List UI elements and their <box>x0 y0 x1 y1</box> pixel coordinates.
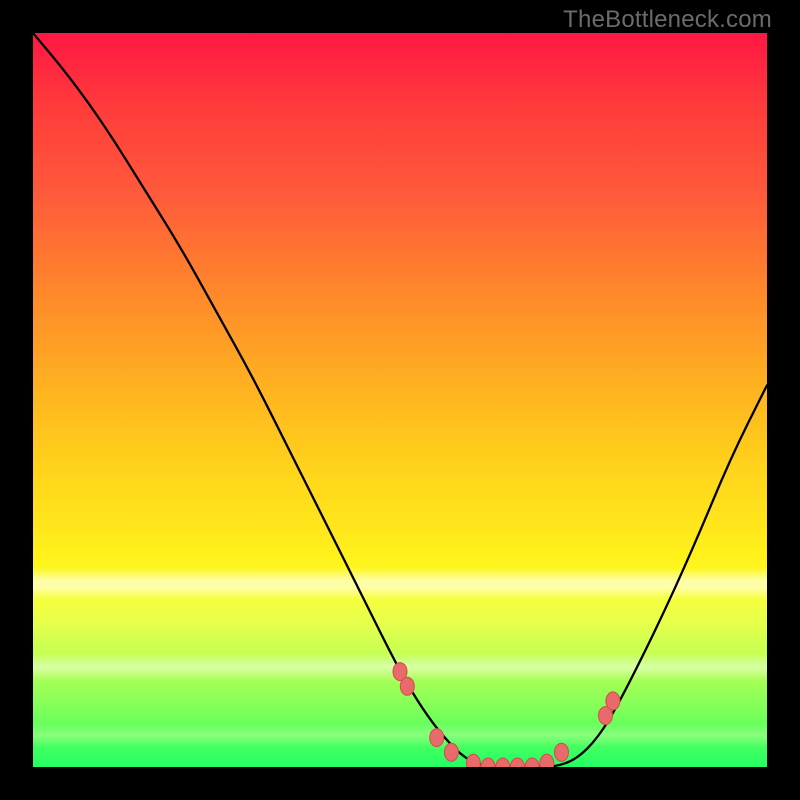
marker-point <box>444 743 458 761</box>
chart-frame: TheBottleneck.com <box>0 0 800 800</box>
marker-point <box>510 758 524 767</box>
plot-area <box>33 33 767 767</box>
marker-point <box>496 758 510 767</box>
marker-point <box>481 758 495 767</box>
marker-point <box>555 743 569 761</box>
marker-point <box>540 754 554 767</box>
watermark-text: TheBottleneck.com <box>563 6 772 34</box>
marker-point <box>525 758 539 767</box>
curve-layer <box>33 33 767 767</box>
marker-point <box>466 754 480 767</box>
marker-point <box>400 677 414 695</box>
marker-point <box>430 729 444 747</box>
marker-point <box>606 692 620 710</box>
bottleneck-curve <box>33 33 767 767</box>
